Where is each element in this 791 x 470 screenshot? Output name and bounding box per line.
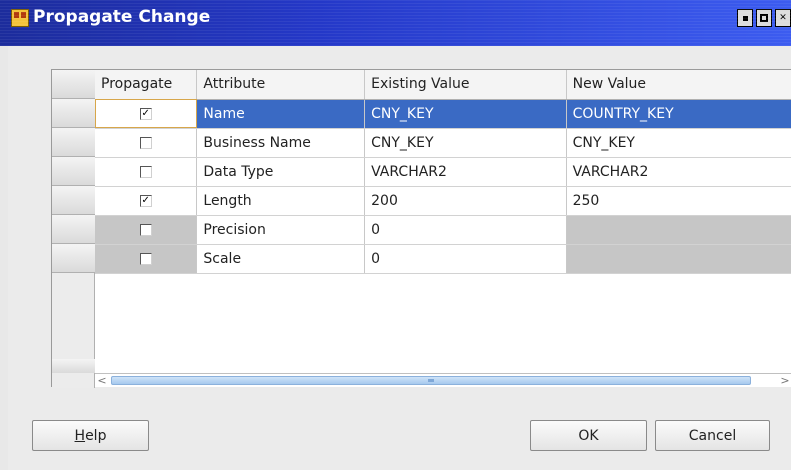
title-bar: Propagate Change ✕	[0, 0, 791, 46]
scroll-right-icon[interactable]: >	[778, 374, 791, 387]
existing-value-cell: CNY_KEY	[364, 128, 567, 158]
horizontal-scrollbar[interactable]: < >	[95, 373, 791, 387]
row-header-scroll-corner	[52, 359, 95, 373]
row-header[interactable]	[52, 157, 95, 186]
attribute-cell: Name	[196, 99, 366, 129]
table-row[interactable]: Precision 0	[95, 215, 791, 245]
table-row[interactable]: Data Type VARCHAR2 VARCHAR2	[95, 157, 791, 187]
grip-icon	[428, 379, 434, 382]
column-header-new-value[interactable]: New Value	[566, 70, 791, 100]
close-icon: ✕	[779, 13, 787, 23]
row-header-corner	[52, 70, 95, 99]
column-header-attribute[interactable]: Attribute	[196, 70, 366, 100]
table-row[interactable]: Scale 0	[95, 244, 791, 274]
table-header-row: Propagate Attribute Existing Value New V…	[95, 70, 791, 100]
column-header-propagate[interactable]: Propagate	[95, 70, 198, 100]
ok-button[interactable]: OK	[530, 420, 647, 451]
row-header[interactable]	[52, 244, 95, 273]
row-header[interactable]	[52, 128, 95, 157]
propagate-checkbox[interactable]: ✓	[139, 107, 152, 120]
existing-value-cell: 200	[364, 186, 567, 216]
table-row[interactable]: Business Name CNY_KEY CNY_KEY	[95, 128, 791, 158]
propagate-cell[interactable]	[95, 244, 198, 274]
new-value-cell[interactable]: VARCHAR2	[566, 157, 791, 187]
help-label: elp	[85, 427, 107, 444]
new-value-cell	[566, 244, 791, 274]
propagate-checkbox[interactable]	[139, 252, 152, 265]
existing-value-cell: VARCHAR2	[364, 157, 567, 187]
title-strip: Propagate Change ✕	[0, 0, 791, 36]
table-row[interactable]: ✓ Name CNY_KEY COUNTRY_KEY	[95, 99, 791, 129]
help-mnemonic: H	[74, 427, 86, 444]
propagate-cell[interactable]: ✓	[95, 99, 198, 129]
maximize-button[interactable]	[756, 9, 772, 27]
existing-value-cell: 0	[364, 215, 567, 245]
scroll-left-icon[interactable]: <	[95, 374, 109, 387]
new-value-cell[interactable]: CNY_KEY	[566, 128, 791, 158]
minimize-icon	[742, 15, 748, 21]
close-button[interactable]: ✕	[775, 9, 791, 27]
propagate-table: Propagate Attribute Existing Value New V…	[51, 69, 791, 388]
row-header-column	[52, 70, 95, 388]
row-header[interactable]	[52, 215, 95, 244]
column-header-existing-value[interactable]: Existing Value	[364, 70, 567, 100]
help-button[interactable]: Help	[32, 420, 149, 451]
row-header[interactable]	[52, 186, 95, 215]
existing-value-cell: 0	[364, 244, 567, 274]
cancel-button[interactable]: Cancel	[655, 420, 770, 451]
window-title: Propagate Change	[33, 7, 211, 27]
scrollbar-thumb[interactable]	[111, 376, 751, 385]
propagate-checkbox[interactable]	[139, 165, 152, 178]
new-value-cell[interactable]: COUNTRY_KEY	[566, 99, 791, 129]
new-value-cell[interactable]: 250	[566, 186, 791, 216]
table-row[interactable]: ✓ Length 200 250	[95, 186, 791, 216]
propagate-cell[interactable]	[95, 215, 198, 245]
propagate-cell[interactable]: ✓	[95, 186, 198, 216]
dialog-body: Propagate Attribute Existing Value New V…	[8, 46, 791, 470]
existing-value-cell: CNY_KEY	[364, 99, 567, 129]
maximize-icon	[760, 14, 768, 22]
propagate-checkbox[interactable]	[139, 223, 152, 236]
propagate-checkbox[interactable]: ✓	[139, 194, 152, 207]
window-controls: ✕	[737, 9, 791, 27]
propagate-checkbox[interactable]	[139, 136, 152, 149]
app-icon	[11, 9, 29, 27]
attribute-cell: Data Type	[196, 157, 366, 187]
propagate-cell[interactable]	[95, 157, 198, 187]
attribute-cell: Business Name	[196, 128, 366, 158]
attribute-cell: Scale	[196, 244, 366, 274]
propagate-cell[interactable]	[95, 128, 198, 158]
attribute-cell: Precision	[196, 215, 366, 245]
attribute-cell: Length	[196, 186, 366, 216]
new-value-cell	[566, 215, 791, 245]
row-header[interactable]	[52, 99, 95, 128]
minimize-button[interactable]	[737, 9, 753, 27]
attribute-grid: Propagate Attribute Existing Value New V…	[95, 70, 791, 274]
